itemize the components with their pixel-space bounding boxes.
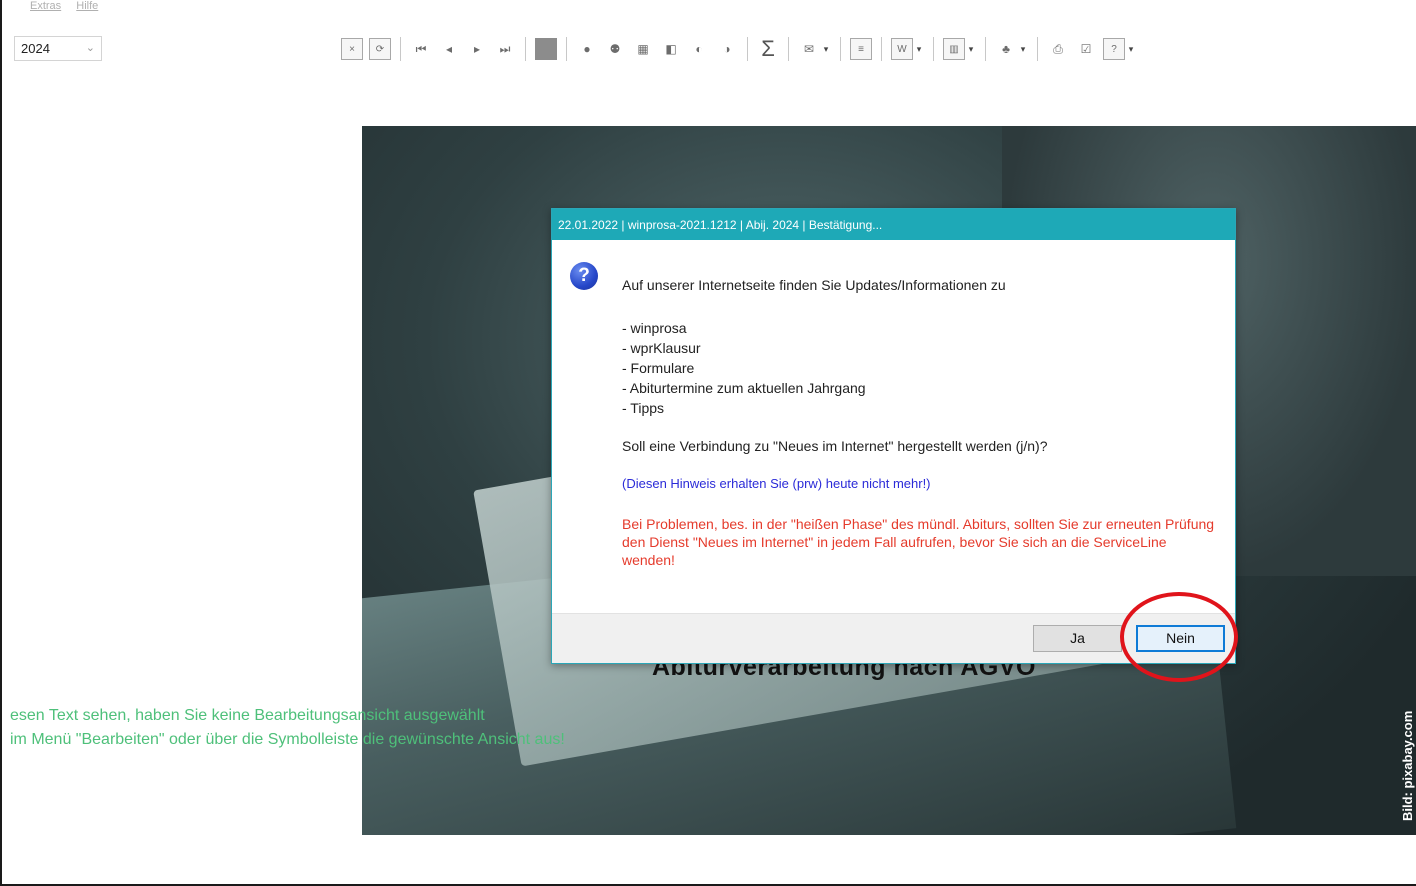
word-icon[interactable]: W (891, 38, 913, 60)
sum-icon[interactable]: Σ (757, 36, 779, 61)
list-item: - winprosa (622, 320, 687, 336)
menu-hilfe[interactable]: Hilfe (76, 0, 98, 12)
student-list-icon[interactable]: ▦ (632, 38, 654, 60)
photo-credit: Bild: pixabay.com (1400, 621, 1415, 821)
toolbar-separator (400, 37, 401, 61)
checkbox-icon[interactable]: ☑ (1075, 38, 1097, 60)
dialog-blue-note: (Diesen Hinweis erhalten Sie (prw) heute… (622, 476, 931, 491)
toolbar-separator (525, 37, 526, 61)
menu-extras[interactable]: Extras (30, 0, 61, 12)
question-icon: ? (570, 262, 598, 290)
hint-line-2: im Menü "Bearbeiten" oder über die Symbo… (10, 731, 565, 748)
confirmation-dialog: 22.01.2022 | winprosa-2021.1212 | Abij. … (551, 208, 1236, 664)
chevron-down-icon[interactable]: ▾ (1126, 38, 1136, 60)
next-record-icon[interactable]: ▸ (466, 38, 488, 60)
toolbar-separator (985, 37, 986, 61)
photo-credit-text: Bild: pixabay.com (1400, 710, 1415, 821)
tools-icon[interactable]: ♣ (995, 38, 1017, 60)
student-k-icon[interactable]: ◑ (716, 38, 738, 60)
toolbar-separator (747, 37, 748, 61)
list-item: - Tipps (622, 400, 665, 416)
hint-line-1: esen Text sehen, haben Sie keine Bearbei… (10, 707, 485, 724)
chevron-down-icon[interactable]: ▾ (914, 38, 924, 60)
chevron-down-icon[interactable]: ▾ (1018, 38, 1028, 60)
chevron-down-icon[interactable]: ▾ (966, 38, 976, 60)
dialog-red-note: Bei Problemen, bes. in der "heißen Phase… (622, 516, 1215, 568)
columns-icon[interactable]: ▥ (943, 38, 965, 60)
first-record-icon[interactable]: ⏮ (410, 38, 432, 60)
dialog-intro: Auf unserer Internetseite finden Sie Upd… (622, 277, 1006, 293)
dialog-question: Soll eine Verbindung zu "Neues im Intern… (622, 438, 1048, 454)
toolbar-separator (933, 37, 934, 61)
dialog-footer: Ja Nein (552, 613, 1235, 663)
student-m-icon[interactable]: ◐ (688, 38, 710, 60)
text-document-icon[interactable]: ≡ (850, 38, 872, 60)
no-button[interactable]: Nein (1136, 625, 1225, 652)
year-select[interactable]: 2024 ⌄ (14, 36, 102, 61)
menubar: Extras Hilfe (30, 0, 110, 14)
dialog-title: 22.01.2022 | winprosa-2021.1212 | Abij. … (552, 209, 1235, 240)
dialog-body: ? Auf unserer Internetseite finden Sie U… (552, 240, 1235, 614)
help-icon[interactable]: ? (1103, 38, 1125, 60)
toolbar-separator (566, 37, 567, 61)
year-select-value: 2024 (21, 41, 50, 56)
student-detail-icon[interactable]: ◧ (660, 38, 682, 60)
list-item: - Abiturtermine zum aktuellen Jahrgang (622, 380, 866, 396)
student-icon[interactable]: ● (576, 38, 598, 60)
toolbar-separator (1037, 37, 1038, 61)
stop-icon[interactable] (535, 38, 557, 60)
chevron-down-icon: ⌄ (85, 42, 95, 54)
list-item: - Formulare (622, 360, 695, 376)
mail-icon[interactable]: ✉ (798, 38, 820, 60)
refresh-icon[interactable]: ⟳ (369, 38, 391, 60)
group-icon[interactable]: ⚉ (604, 38, 626, 60)
toolbar-separator (840, 37, 841, 61)
previous-record-icon[interactable]: ◂ (438, 38, 460, 60)
dialog-item-list: - winprosa - wprKlausur - Formulare - Ab… (622, 318, 866, 418)
last-record-icon[interactable]: ⏭ (494, 38, 516, 60)
toolbar-separator (881, 37, 882, 61)
toolbar: × ⟳ ⏮ ◂ ▸ ⏭ ● ⚉ ▦ ◧ ◐ ◑ Σ ✉ ▾ ≡ W ▾ ▥ ▾ … (338, 32, 1139, 66)
app-window: Extras Hilfe 2024 ⌄ × ⟳ ⏮ ◂ ▸ ⏭ ● ⚉ ▦ ◧ … (0, 0, 1416, 886)
list-item: - wprKlausur (622, 340, 701, 356)
chevron-down-icon[interactable]: ▾ (821, 38, 831, 60)
print-preview-icon[interactable]: ⎙ (1047, 38, 1069, 60)
close-document-icon[interactable]: × (341, 38, 363, 60)
yes-button[interactable]: Ja (1033, 625, 1122, 652)
toolbar-separator (788, 37, 789, 61)
